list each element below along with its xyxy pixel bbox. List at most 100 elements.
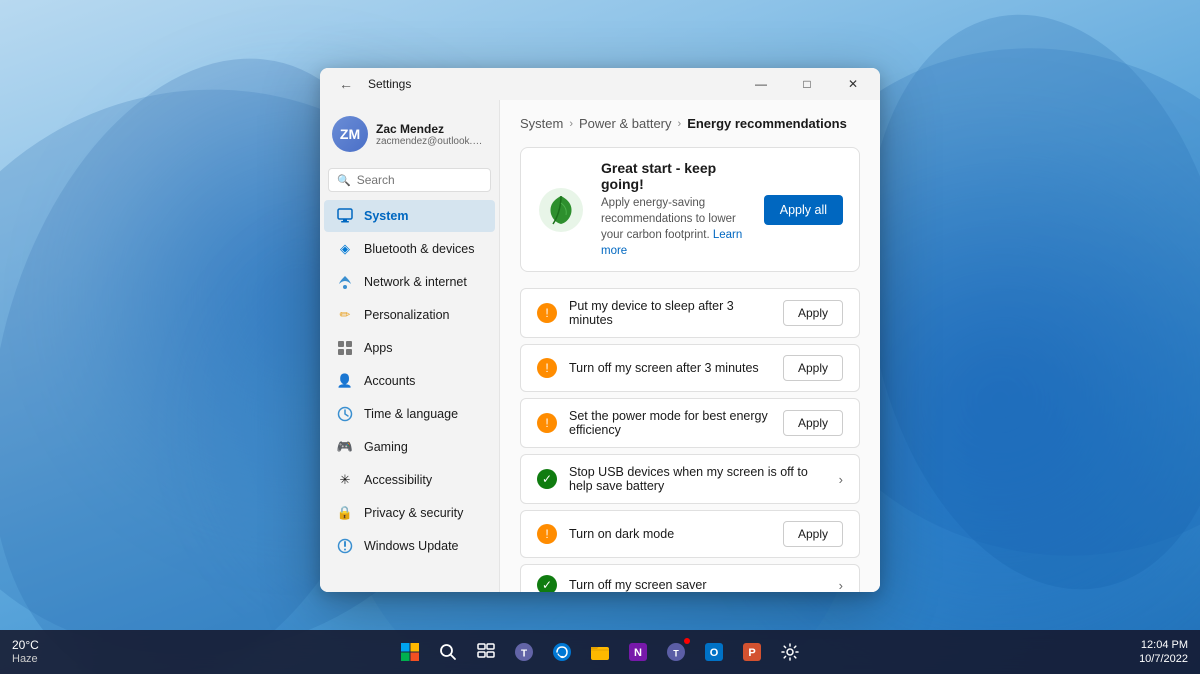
sidebar: ZM Zac Mendez zacmendez@outlook.com 🔍 Sy… bbox=[320, 100, 500, 592]
weather-temp: 20°C bbox=[12, 638, 39, 652]
powerpoint-taskbar-button[interactable]: P bbox=[736, 636, 768, 668]
sleep-apply-button[interactable]: Apply bbox=[783, 300, 843, 326]
clock-date: 10/7/2022 bbox=[1139, 652, 1188, 666]
sleep-label: Put my device to sleep after 3 minutes bbox=[569, 299, 771, 327]
sidebar-label-bluetooth: Bluetooth & devices bbox=[364, 242, 475, 256]
minimize-button[interactable]: — bbox=[738, 68, 784, 100]
weather-condition: Haze bbox=[12, 653, 39, 666]
svg-text:T: T bbox=[673, 649, 679, 659]
screen-off-apply-button[interactable]: Apply bbox=[783, 355, 843, 381]
task-view-button[interactable] bbox=[470, 636, 502, 668]
apps-icon bbox=[336, 339, 354, 357]
breadcrumb: System › Power & battery › Energy recomm… bbox=[520, 116, 860, 131]
hero-text: Great start - keep going! Apply energy-s… bbox=[601, 160, 748, 259]
usb-done-icon: ✓ bbox=[537, 469, 557, 489]
user-info: Zac Mendez zacmendez@outlook.com bbox=[376, 122, 487, 147]
edge-taskbar-button[interactable] bbox=[546, 636, 578, 668]
back-button[interactable]: ← bbox=[332, 70, 360, 98]
window-title: Settings bbox=[368, 77, 411, 91]
sidebar-item-bluetooth[interactable]: ◈ Bluetooth & devices bbox=[324, 233, 495, 265]
dark-mode-warning-icon: ! bbox=[537, 524, 557, 544]
search-box[interactable]: 🔍 bbox=[328, 168, 491, 192]
sidebar-label-apps: Apps bbox=[364, 341, 393, 355]
user-name: Zac Mendez bbox=[376, 122, 487, 136]
svg-text:N: N bbox=[634, 647, 642, 659]
personalization-icon: ✏ bbox=[336, 306, 354, 324]
sidebar-label-privacy: Privacy & security bbox=[364, 506, 463, 520]
onenote-taskbar-button[interactable]: N bbox=[622, 636, 654, 668]
privacy-icon: 🔒 bbox=[336, 504, 354, 522]
outlook-taskbar-button[interactable]: O bbox=[698, 636, 730, 668]
title-bar-left: ← Settings bbox=[332, 70, 411, 98]
sidebar-item-windows-update[interactable]: Windows Update bbox=[324, 530, 495, 562]
file-explorer-button[interactable] bbox=[584, 636, 616, 668]
sleep-warning-icon: ! bbox=[537, 303, 557, 323]
start-button[interactable] bbox=[394, 636, 426, 668]
window-body: ZM Zac Mendez zacmendez@outlook.com 🔍 Sy… bbox=[320, 100, 880, 592]
breadcrumb-power-battery[interactable]: Power & battery bbox=[579, 116, 672, 131]
user-section[interactable]: ZM Zac Mendez zacmendez@outlook.com bbox=[320, 108, 499, 164]
network-icon bbox=[336, 273, 354, 291]
svg-text:P: P bbox=[748, 647, 755, 659]
screen-off-label: Turn off my screen after 3 minutes bbox=[569, 361, 771, 375]
taskbar-clock[interactable]: 12:04 PM 10/7/2022 bbox=[1139, 638, 1188, 667]
sidebar-item-accessibility[interactable]: ✳ Accessibility bbox=[324, 464, 495, 496]
dark-mode-apply-button[interactable]: Apply bbox=[783, 521, 843, 547]
sidebar-label-system: System bbox=[364, 209, 408, 223]
sidebar-item-privacy[interactable]: 🔒 Privacy & security bbox=[324, 497, 495, 529]
sidebar-label-accounts: Accounts bbox=[364, 374, 415, 388]
rec-usb[interactable]: ✓ Stop USB devices when my screen is off… bbox=[520, 454, 860, 504]
rec-sleep: ! Put my device to sleep after 3 minutes… bbox=[520, 288, 860, 338]
apply-all-button[interactable]: Apply all bbox=[764, 195, 843, 225]
sidebar-item-time[interactable]: Time & language bbox=[324, 398, 495, 430]
search-input[interactable] bbox=[357, 173, 482, 187]
power-mode-apply-button[interactable]: Apply bbox=[783, 410, 843, 436]
title-bar: ← Settings — □ ✕ bbox=[320, 68, 880, 100]
avatar: ZM bbox=[332, 116, 368, 152]
sidebar-item-system[interactable]: System bbox=[324, 200, 495, 232]
sidebar-item-gaming[interactable]: 🎮 Gaming bbox=[324, 431, 495, 463]
accounts-icon: 👤 bbox=[336, 372, 354, 390]
sidebar-label-time: Time & language bbox=[364, 407, 458, 421]
sidebar-label-gaming: Gaming bbox=[364, 440, 408, 454]
breadcrumb-system[interactable]: System bbox=[520, 116, 563, 131]
hero-section: Great start - keep going! Apply energy-s… bbox=[520, 147, 860, 272]
sidebar-item-apps[interactable]: Apps bbox=[324, 332, 495, 364]
search-icon: 🔍 bbox=[337, 174, 351, 187]
user-email: zacmendez@outlook.com bbox=[376, 136, 487, 147]
rec-screen-off: ! Turn off my screen after 3 minutes App… bbox=[520, 344, 860, 392]
hero-title: Great start - keep going! bbox=[601, 160, 748, 192]
screen-off-warning-icon: ! bbox=[537, 358, 557, 378]
main-content: System › Power & battery › Energy recomm… bbox=[500, 100, 880, 592]
settings-taskbar-button[interactable] bbox=[774, 636, 806, 668]
recommendations-list: ! Put my device to sleep after 3 minutes… bbox=[520, 288, 860, 592]
rec-screen-saver[interactable]: ✓ Turn off my screen saver › bbox=[520, 564, 860, 592]
rec-dark-mode: ! Turn on dark mode Apply bbox=[520, 510, 860, 558]
taskbar-left: 20°C Haze bbox=[12, 638, 47, 666]
hero-description: Apply energy-saving recommendations to l… bbox=[601, 195, 748, 259]
time-icon bbox=[336, 405, 354, 423]
system-icon bbox=[336, 207, 354, 225]
maximize-button[interactable]: □ bbox=[784, 68, 830, 100]
bluetooth-icon: ◈ bbox=[336, 240, 354, 258]
chat-button[interactable]: T bbox=[508, 636, 540, 668]
sidebar-item-accounts[interactable]: 👤 Accounts bbox=[324, 365, 495, 397]
usb-chevron-icon: › bbox=[839, 472, 843, 487]
accessibility-icon: ✳ bbox=[336, 471, 354, 489]
svg-text:O: O bbox=[710, 647, 719, 659]
sidebar-item-network[interactable]: Network & internet bbox=[324, 266, 495, 298]
taskbar: 20°C Haze bbox=[0, 630, 1200, 674]
sidebar-label-accessibility: Accessibility bbox=[364, 473, 432, 487]
close-button[interactable]: ✕ bbox=[830, 68, 876, 100]
sidebar-item-personalization[interactable]: ✏ Personalization bbox=[324, 299, 495, 331]
taskbar-right: 12:04 PM 10/7/2022 bbox=[1139, 638, 1188, 667]
sidebar-label-personalization: Personalization bbox=[364, 308, 449, 322]
teams-notification-badge bbox=[684, 638, 690, 644]
dark-mode-label: Turn on dark mode bbox=[569, 527, 771, 541]
taskbar-search-button[interactable] bbox=[432, 636, 464, 668]
windows-update-icon bbox=[336, 537, 354, 555]
weather-widget[interactable]: 20°C Haze bbox=[12, 638, 39, 666]
breadcrumb-sep-2: › bbox=[678, 118, 682, 130]
screen-saver-done-icon: ✓ bbox=[537, 575, 557, 592]
teams-taskbar-button[interactable]: T bbox=[660, 636, 692, 668]
